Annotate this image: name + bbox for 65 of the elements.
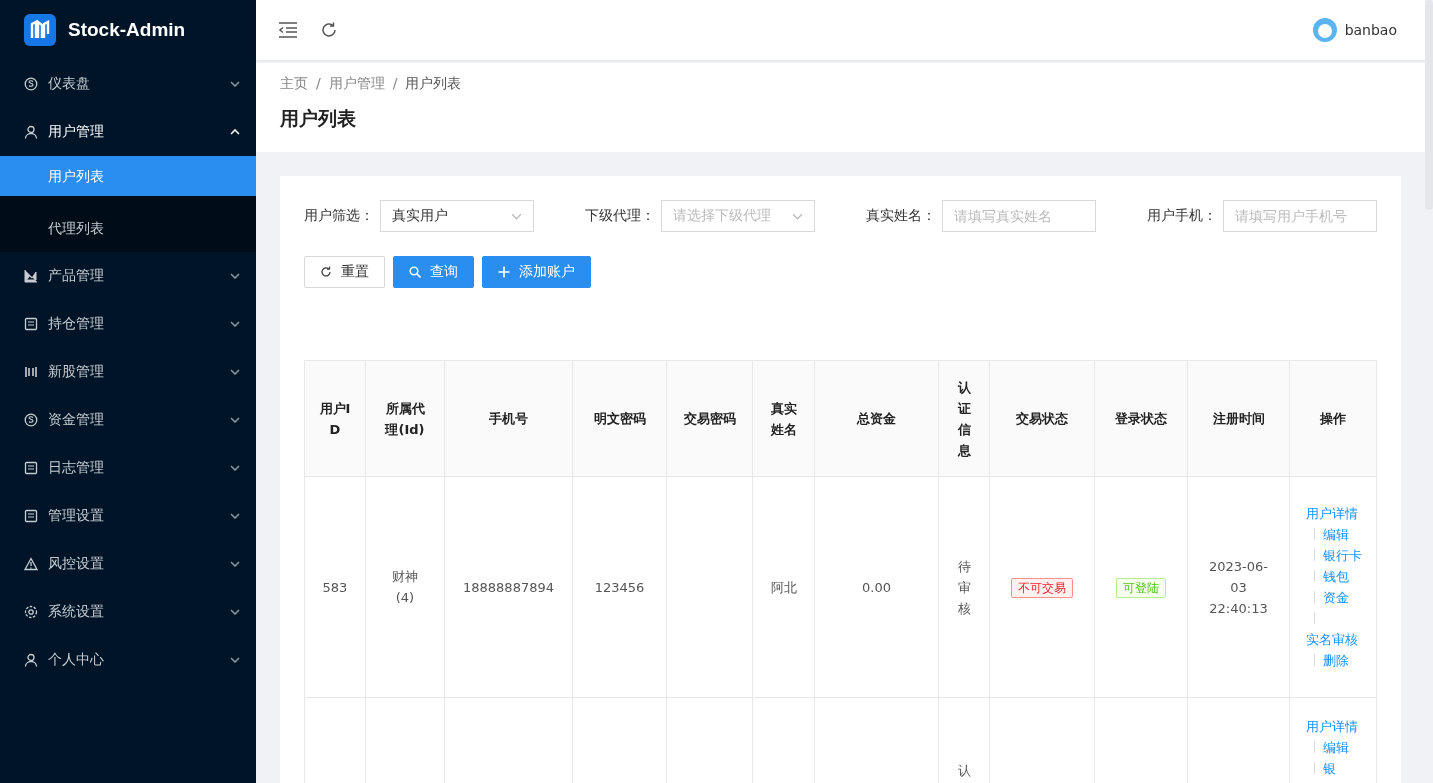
action-link[interactable]: 实名审核 — [1306, 629, 1358, 650]
submenu-item[interactable]: 代理列表 — [0, 204, 256, 252]
filter-label: 用户筛选： — [304, 207, 374, 225]
action-link[interactable]: 银行卡 — [1323, 545, 1362, 566]
breadcrumb-item[interactable]: 主页 — [280, 75, 308, 93]
action-link[interactable]: 编辑 — [1323, 524, 1349, 545]
table-cell: 0.00 — [862, 579, 891, 595]
filter-label: 用户手机： — [1147, 207, 1217, 225]
table-cell: 18888887894 — [463, 579, 554, 595]
table-cell: 待审核 — [957, 558, 971, 616]
action-link[interactable]: 资金 — [1323, 587, 1349, 608]
table-cell-text: 2023-06-03 22:40:13 — [1208, 557, 1269, 618]
column-header: 认证信息 — [938, 360, 990, 477]
menu-item[interactable]: 新股管理 — [0, 348, 256, 396]
column-header: 用户ID — [304, 360, 366, 477]
action-link[interactable]: 用户详情 — [1306, 716, 1358, 737]
menu-item[interactable]: 产品管理 — [0, 252, 256, 300]
table-cell: 123456 — [594, 579, 645, 595]
action-link[interactable]: 银 — [1323, 758, 1336, 779]
filter-label: 下级代理： — [585, 207, 655, 225]
menu-item[interactable]: 个人中心 — [0, 636, 256, 684]
status-tag: 可登陆 — [1116, 577, 1166, 598]
menu-item[interactable]: 资金管理 — [0, 396, 256, 444]
breadcrumb-separator: / — [316, 75, 321, 93]
column-header: 操作 — [1289, 360, 1377, 477]
column-header: 登录状态 — [1094, 360, 1188, 477]
breadcrumb-separator: / — [392, 75, 398, 93]
user-name[interactable]: banbao — [1344, 22, 1397, 38]
column-header: 交易密码 — [666, 360, 753, 477]
breadcrumb-item: 用户列表 — [405, 75, 462, 93]
column-header: 手机号 — [444, 360, 573, 477]
submenu-item[interactable]: 用户列表 — [0, 156, 256, 196]
action-link[interactable]: 钱包 — [1323, 566, 1349, 587]
menu-item[interactable]: 持仓管理 — [0, 300, 256, 348]
action-link[interactable]: 删除 — [1323, 650, 1349, 671]
reset-button[interactable]: 重置 — [304, 256, 385, 288]
menu-item[interactable]: 仪表盘 — [0, 60, 256, 108]
input-field[interactable]: 请填写真实姓名 — [942, 200, 1096, 232]
column-header: 交易状态 — [989, 360, 1095, 477]
select-field[interactable]: 真实用户 — [380, 200, 534, 232]
action-link[interactable]: 编辑 — [1323, 737, 1349, 758]
menu-item[interactable]: 风控设置 — [0, 540, 256, 588]
menu-item[interactable]: 用户管理 — [0, 108, 256, 156]
table-cell: 认 — [957, 763, 971, 778]
action-link[interactable]: 用户详情 — [1306, 503, 1358, 524]
table-cell-text: 财神 (4) — [392, 568, 418, 607]
table-cell: 583 — [322, 579, 348, 595]
filter-label: 真实姓名： — [866, 207, 936, 225]
table-cell: 阿北 — [770, 579, 797, 595]
column-header: 明文密码 — [572, 360, 667, 477]
column-header: 总资金 — [814, 360, 939, 477]
menu-item[interactable]: 日志管理 — [0, 444, 256, 492]
add-button[interactable]: 添加账户 — [482, 256, 591, 288]
app-name: Stock-Admin — [68, 19, 186, 41]
breadcrumb-item[interactable]: 用户管理 — [328, 75, 385, 93]
search-button[interactable]: 查询 — [393, 256, 474, 288]
input-field[interactable]: 请填写用户手机号 — [1223, 200, 1377, 232]
select-field[interactable]: 请选择下级代理 — [661, 200, 815, 232]
column-header: 所属代理(Id) — [365, 360, 445, 477]
page-title: 用户列表 — [280, 106, 357, 131]
status-tag: 不可交易 — [1011, 577, 1073, 598]
menu-item[interactable]: 管理设置 — [0, 492, 256, 540]
column-header: 注册时间 — [1187, 360, 1290, 477]
menu-item[interactable]: 系统设置 — [0, 588, 256, 636]
column-header: 真实姓名 — [752, 360, 815, 477]
